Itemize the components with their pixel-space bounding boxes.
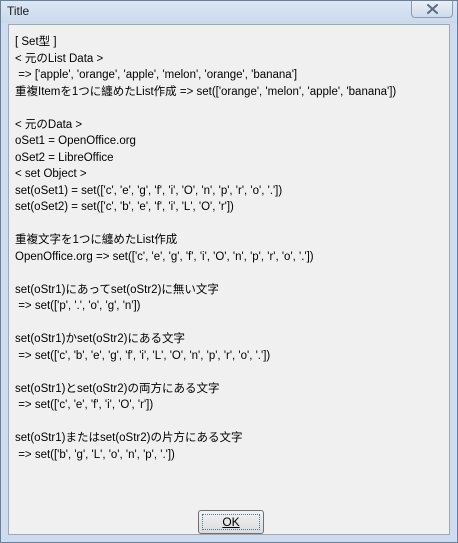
message-line — [15, 364, 447, 381]
dialog-body: [ Set型 ] < 元のList Data > => ['apple', 'or… — [8, 24, 450, 535]
message-line: oSet2 = LibreOffice — [15, 151, 114, 164]
message-line: set(oStr1)かset(oStr2)にある文字 — [15, 333, 185, 345]
message-line: set(oStr1)またはset(oStr2)の片方にある文字 — [15, 432, 243, 444]
message-line — [15, 100, 447, 117]
message-line — [15, 265, 447, 282]
message-line: => set(['c', 'b', 'e', 'g', 'f', 'i', 'L… — [15, 349, 271, 362]
message-text: [ Set型 ] < 元のList Data > => ['apple', 'or… — [11, 27, 447, 491]
message-line: < set Object > — [15, 168, 87, 180]
ok-button-label: OK — [222, 515, 240, 529]
message-line: oSet1 = OpenOffice.org — [15, 135, 136, 147]
title-bar[interactable]: Title — [1, 1, 457, 23]
message-line: [ Set型 ] — [15, 36, 57, 48]
message-line: set(oSet2) = set(['c', 'b', 'e', 'f', 'i… — [15, 201, 234, 213]
close-button[interactable] — [411, 1, 453, 18]
ok-button[interactable]: OK — [198, 510, 264, 534]
message-line — [15, 216, 447, 233]
message-line: set(oSet1) = set(['c', 'e', 'g', 'f', 'i… — [15, 184, 283, 197]
window-title: Title — [7, 4, 30, 18]
message-line: set(oStr1)とset(oStr2)の両方にある文字 — [15, 382, 220, 395]
message-line: => set(['b', 'g', 'L', 'o', 'n', 'p', '.… — [15, 448, 175, 461]
message-line: set(oStr1)にあってset(oStr2)に無い文字 — [15, 283, 219, 296]
message-dialog: Title [ Set型 ] < 元のList Data > => ['apple… — [0, 0, 458, 543]
message-line: < 元のList Data > — [15, 52, 104, 65]
message-line: => set(['p', '.', 'o', 'g', 'n']) — [15, 300, 141, 312]
message-line — [15, 414, 447, 431]
message-line: 重複Itemを1つに纏めたList作成 => set(['orange', 'm… — [15, 85, 397, 98]
message-line: OpenOffice.org => set(['c', 'e', 'g', 'f… — [15, 250, 314, 263]
close-icon — [427, 4, 438, 14]
message-line: => ['apple', 'orange', 'apple', 'melon',… — [15, 69, 298, 81]
message-line: < 元のData > — [15, 118, 83, 131]
message-line: 重複文字を1つに纏めたList作成 — [15, 234, 178, 246]
message-line — [15, 315, 447, 332]
message-line: => set(['c', 'e', 'f', 'i', 'O', 'r']) — [15, 399, 154, 411]
